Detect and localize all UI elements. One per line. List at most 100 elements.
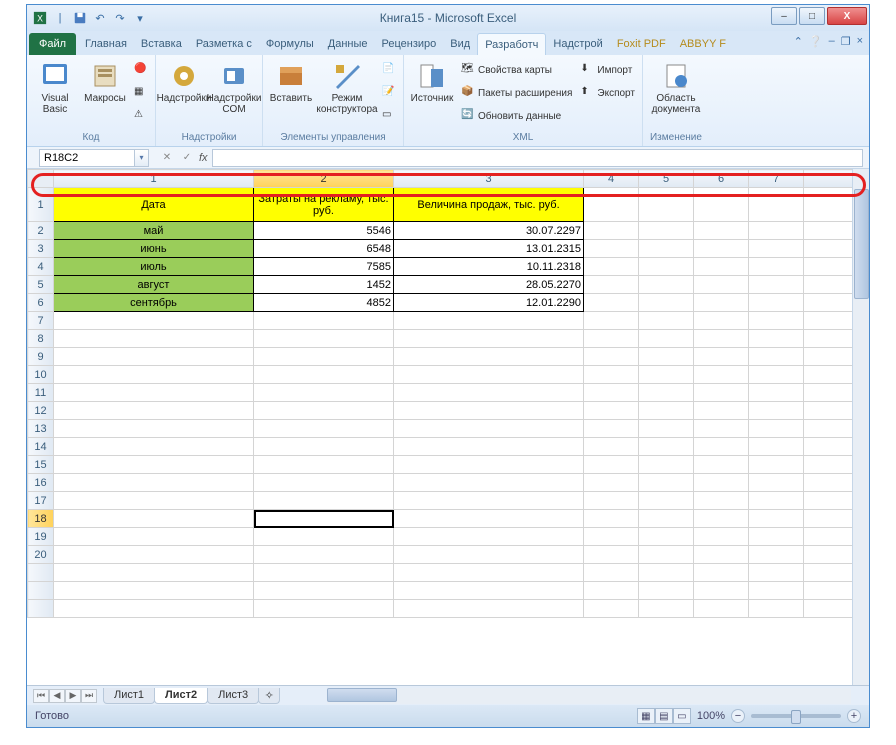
row-header[interactable]: 10 [28,366,54,384]
row-header[interactable]: 11 [28,384,54,402]
map-properties-button[interactable]: 🗺Свойства карты [458,59,575,81]
sheet-tab-1[interactable]: Лист1 [103,688,155,704]
sheet-tab-2[interactable]: Лист2 [154,688,208,704]
col-header-6[interactable]: 6 [694,170,749,188]
cell[interactable]: 13.01.2315 [394,240,584,258]
tab-layout[interactable]: Разметка с [189,33,259,55]
row-header[interactable]: 9 [28,348,54,366]
ribbon-minimize-icon[interactable]: ⌃ [794,35,803,48]
row-header[interactable] [28,600,54,618]
cell[interactable]: 5546 [254,222,394,240]
xml-source-button[interactable]: Источник [408,57,456,104]
visual-basic-button[interactable]: Visual Basic [31,57,79,115]
col-header-5[interactable]: 5 [639,170,694,188]
tab-home[interactable]: Главная [78,33,134,55]
vscroll-thumb[interactable] [854,189,869,299]
row-header[interactable]: 17 [28,492,54,510]
hscroll-thumb[interactable] [327,688,397,702]
row-header[interactable]: 3 [28,240,54,258]
vertical-scrollbar[interactable] [852,169,869,685]
expansion-packs-button[interactable]: 📦Пакеты расширения [458,82,575,104]
cell[interactable]: май [54,222,254,240]
com-addins-button[interactable]: Надстройки COM [210,57,258,115]
horizontal-scrollbar[interactable] [327,688,851,704]
select-all-corner[interactable] [28,170,54,188]
row-header[interactable]: 12 [28,402,54,420]
cell[interactable]: 30.07.2297 [394,222,584,240]
save-icon[interactable] [71,9,89,27]
properties-button[interactable]: 📄 [379,59,399,81]
cell[interactable]: июнь [54,240,254,258]
cell[interactable]: 4852 [254,294,394,312]
row-header[interactable]: 19 [28,528,54,546]
view-normal-icon[interactable]: ▦ [637,708,655,724]
view-layout-icon[interactable]: ▤ [655,708,673,724]
view-code-button[interactable]: 📝 [379,82,399,104]
sheet-tab-3[interactable]: Лист3 [207,688,259,704]
file-tab[interactable]: Файл [29,33,76,55]
import-button[interactable]: ⬇Импорт [577,59,638,81]
col-header-2[interactable]: 2 [254,170,394,188]
row-header[interactable]: 16 [28,474,54,492]
cell[interactable]: 7585 [254,258,394,276]
active-cell[interactable] [254,510,394,528]
design-mode-button[interactable]: Режим конструктора [317,57,377,115]
cell[interactable]: 12.01.2290 [394,294,584,312]
cell[interactable]: 6548 [254,240,394,258]
zoom-in-button[interactable]: + [847,709,861,723]
sheet-last-icon[interactable]: ⏭ [81,689,97,703]
name-box-dropdown[interactable]: ▾ [135,149,149,167]
tab-addins[interactable]: Надстрой [546,33,609,55]
tab-developer[interactable]: Разработч [477,33,546,55]
record-macro-button[interactable]: 🔴 [131,59,151,81]
row-header[interactable]: 13 [28,420,54,438]
cell[interactable]: 10.11.2318 [394,258,584,276]
row-header[interactable]: 1 [28,188,54,222]
row-header[interactable] [28,582,54,600]
zoom-level[interactable]: 100% [697,710,725,722]
cell[interactable]: сентябрь [54,294,254,312]
qat-more-icon[interactable]: ▾ [131,9,149,27]
macros-button[interactable]: Макросы [81,57,129,104]
zoom-out-button[interactable]: − [731,709,745,723]
tab-formulas[interactable]: Формулы [259,33,321,55]
tab-abbyy[interactable]: ABBYY F [673,33,733,55]
tab-foxit[interactable]: Foxit PDF [610,33,673,55]
tab-review[interactable]: Рецензиро [375,33,444,55]
child-close-icon[interactable]: × [857,35,863,48]
enter-fx-icon[interactable]: ✓ [179,150,195,166]
col-header-3[interactable]: 3 [394,170,584,188]
row-header[interactable]: 14 [28,438,54,456]
formula-input[interactable] [212,149,863,167]
zoom-slider[interactable] [751,714,841,718]
row-header[interactable]: 7 [28,312,54,330]
worksheet-grid[interactable]: 1 2 3 4 5 6 7 1 Дата Затраты на рекламу,… [27,169,869,685]
row-header[interactable]: 15 [28,456,54,474]
row-header[interactable]: 2 [28,222,54,240]
cell[interactable]: июль [54,258,254,276]
addins-button[interactable]: Надстройки [160,57,208,104]
row-header[interactable]: 5 [28,276,54,294]
cell-header-cost[interactable]: Затраты на рекламу, тыс. руб. [254,188,394,222]
export-button[interactable]: ⬆Экспорт [577,82,638,104]
relative-refs-button[interactable]: ▦ [131,82,151,104]
sheet-prev-icon[interactable]: ◀ [49,689,65,703]
cell[interactable]: август [54,276,254,294]
document-panel-button[interactable]: Область документа [647,57,705,115]
tab-view[interactable]: Вид [443,33,477,55]
undo-icon[interactable]: ↶ [91,9,109,27]
cell[interactable]: 28.05.2270 [394,276,584,294]
row-header[interactable]: 4 [28,258,54,276]
fx-label[interactable]: fx [199,152,208,164]
help-icon[interactable]: ❔ [809,35,823,48]
run-dialog-button[interactable]: ▭ [379,105,399,127]
new-sheet-button[interactable]: ✧ [258,688,280,704]
view-break-icon[interactable]: ▭ [673,708,691,724]
tab-insert[interactable]: Вставка [134,33,189,55]
cancel-fx-icon[interactable]: ✕ [159,150,175,166]
cell[interactable]: 1452 [254,276,394,294]
sheet-first-icon[interactable]: ⏮ [33,689,49,703]
refresh-data-button[interactable]: 🔄Обновить данные [458,105,575,127]
child-restore-icon[interactable]: ❐ [841,35,851,48]
minimize-button[interactable]: – [771,7,797,25]
